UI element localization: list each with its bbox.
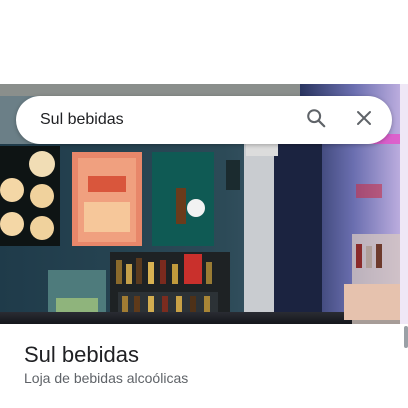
- clear-search-button[interactable]: [344, 100, 384, 140]
- search-icon: [305, 107, 327, 134]
- search-bar[interactable]: Sul bebidas: [16, 96, 392, 144]
- place-category: Loja de bebidas alcoólicas: [24, 370, 189, 386]
- search-button[interactable]: [296, 100, 336, 140]
- place-info-panel[interactable]: Sul bebidas Loja de bebidas alcoólicas: [0, 324, 408, 408]
- scrollbar-thumb[interactable]: [404, 326, 408, 348]
- place-title: Sul bebidas: [24, 342, 139, 367]
- maps-place-sheet: Sul bebidas Sul bebidas Loja de bebidas …: [0, 0, 408, 408]
- search-input[interactable]: Sul bebidas: [40, 111, 296, 129]
- close-icon: [355, 109, 373, 132]
